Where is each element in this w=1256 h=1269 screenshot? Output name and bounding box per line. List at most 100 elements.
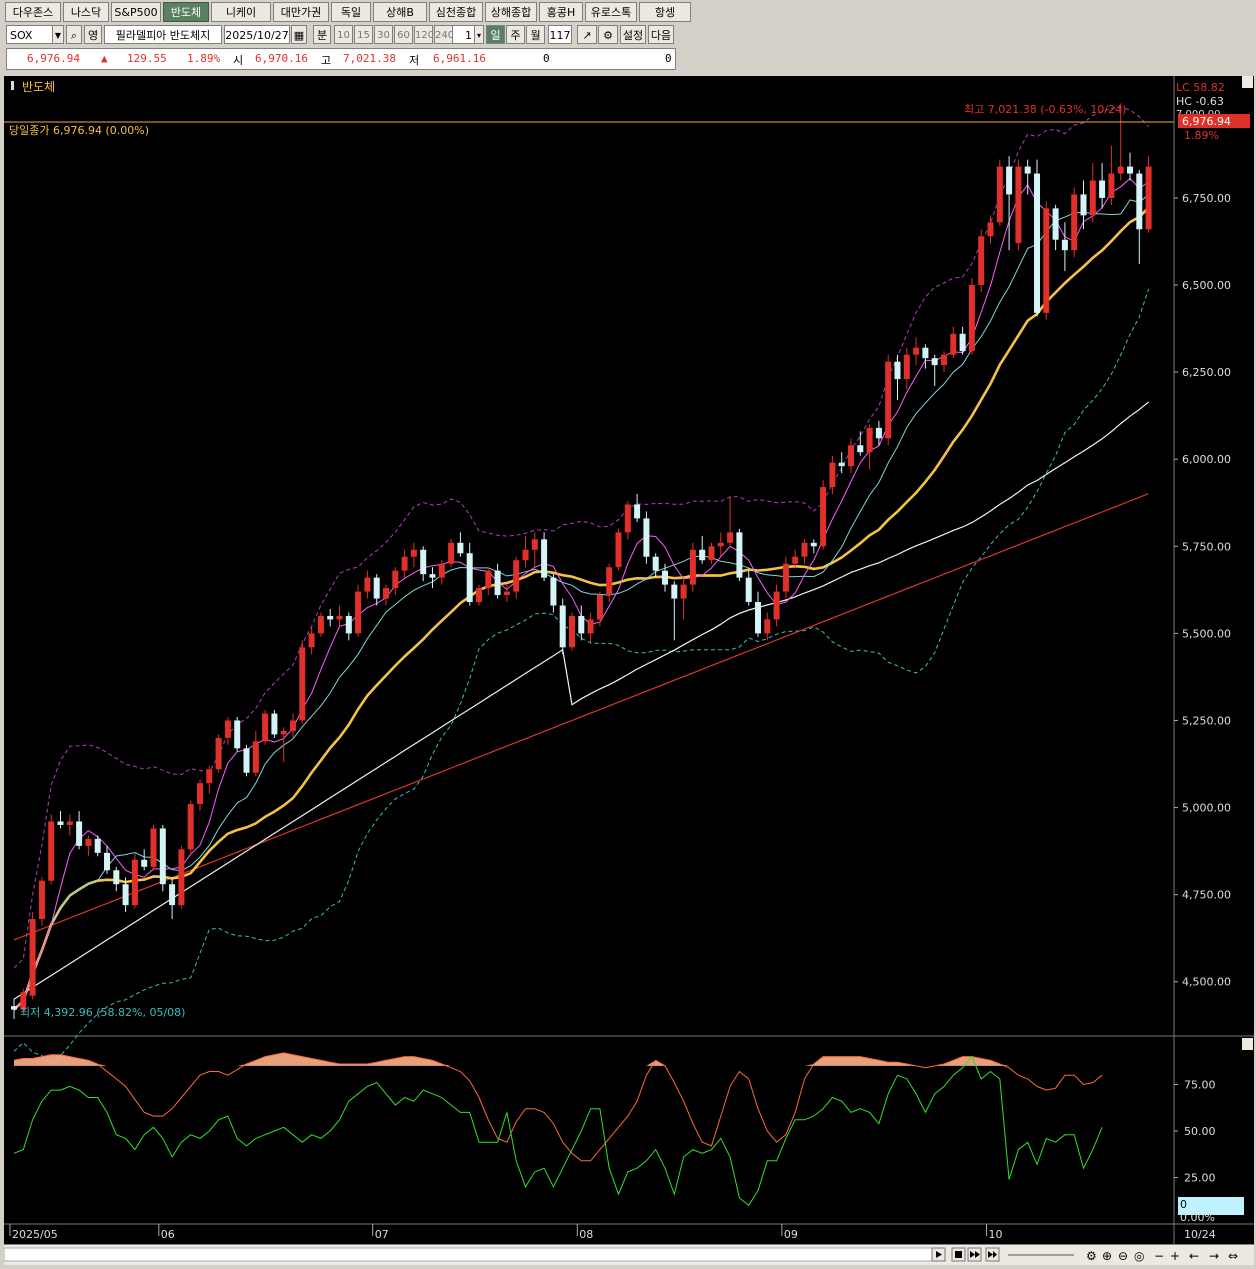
candle-body [1071,194,1078,251]
minus-icon[interactable]: − [1154,1249,1164,1263]
tab-6[interactable]: 독일 [331,2,371,22]
candle-body [169,884,176,906]
candle-body [550,577,557,606]
candle-body [708,546,715,561]
interval-button-60[interactable]: 60 [394,25,413,44]
candle-body [922,347,929,359]
candle-body [680,584,687,599]
zoom-out-icon[interactable]: ⊖ [1118,1249,1128,1263]
tab-0[interactable]: 다우존스 [5,2,61,22]
quote-bar: 6,976.94 ▲ 129.55 1.89% 시 6,970.16 고 7,0… [6,48,676,70]
interval-button-240[interactable]: 240 [434,25,453,44]
candle-body [178,849,185,906]
candle-body [1136,173,1143,230]
candle-body [113,870,120,885]
plus-icon[interactable]: + [1170,1249,1180,1263]
amount-value: 0 [665,52,672,65]
price-chart[interactable]: 4,500.00 4,750.00 5,000.00 5,250.00 5,500.00… [4,76,1254,1244]
horizontal-scrollbar[interactable]: ⚙ ⊕ ⊖ ◎ − + ← → ⇔ [3,1244,1254,1265]
low-label: 저 [409,54,420,67]
quote-high: 7,021.38 [343,52,396,65]
quote-open: 6,970.16 [255,52,308,65]
candle-body [1108,173,1115,198]
up-arrow-icon: ▲ [101,52,108,65]
interval-button-10[interactable]: 10 [334,25,353,44]
gear-small-icon[interactable]: ⚙ [1086,1249,1097,1263]
index-name-field: 필라델피아 반도체지 [104,25,222,44]
candle-body [1052,208,1059,240]
interval-button-120[interactable]: 120 [414,25,433,44]
symbol-dropdown-icon[interactable]: ▼ [52,25,64,44]
candle-body [541,539,548,578]
candle-body [606,567,613,596]
candle-body [596,595,603,620]
tab-1[interactable]: 나스닥 [63,2,109,22]
lang-button[interactable]: 영 [84,25,102,44]
candle-body [1099,180,1106,198]
arrow-lr-icon[interactable]: ⇔ [1228,1249,1238,1263]
ma60-line [13,401,1149,1000]
candle-body [689,549,696,585]
draw-tool-icon[interactable]: ↗ [577,25,597,44]
y-tick-label: 6,250.00 [1182,366,1231,379]
candle-body [485,570,492,589]
candle-body [1061,239,1068,251]
tab-10[interactable]: 홍콩H [539,2,583,22]
candle-body [271,713,278,735]
osc-overbought-fill [14,1052,1103,1066]
tab-2[interactable]: S&P500 [111,2,161,22]
candle-body [531,539,538,550]
gear-icon[interactable]: ⚙ [598,25,618,44]
period-button-1[interactable]: 주 [506,25,525,44]
settings-button[interactable]: 설정 [620,25,646,44]
candle-body [857,445,864,453]
scroll-controls[interactable]: ⚙ ⊕ ⊖ ◎ − + ← → ⇔ [3,1245,1254,1265]
candle-body [262,713,269,742]
candle-body [745,577,752,603]
tab-11[interactable]: 유로스톡 [585,2,637,22]
high-label: 고 [321,54,332,67]
interval-button-15[interactable]: 15 [354,25,373,44]
candle-body [29,919,36,996]
interval-button-30[interactable]: 30 [374,25,393,44]
tab-7[interactable]: 상해B [373,2,427,22]
tab-4[interactable]: 니케이 [211,2,271,22]
tab-3[interactable]: 반도체 [163,2,209,22]
multiplier-dropdown-icon[interactable]: ▾ [474,25,484,44]
arrow-left-icon[interactable]: ← [1189,1249,1199,1263]
next-button[interactable]: 다음 [648,25,674,44]
search-icon[interactable]: ⌕ [66,25,82,44]
candle-body [875,427,882,439]
quote-change-pct: 1.89% [187,52,221,65]
multiplier-input[interactable]: 1 [452,25,476,44]
date-input[interactable]: 2025/10/27 [224,25,290,44]
candle-body [206,769,213,784]
scroll-track[interactable] [3,1247,933,1262]
calendar-icon[interactable]: ▦ [291,25,307,44]
zoom-in-icon[interactable]: ⊕ [1102,1249,1112,1263]
candle-body [150,828,157,867]
close-label: 당일종가 6,976.94 (0.00%) [9,123,149,137]
minute-button[interactable]: 분 [313,25,331,44]
crosshair-icon[interactable]: ◎ [1134,1249,1144,1263]
candle-body [615,532,622,568]
chart-area[interactable]: 4,500.00 4,750.00 5,000.00 5,250.00 5,500.00… [4,76,1254,1244]
tab-9[interactable]: 상해종합 [485,2,537,22]
candle-body [848,445,854,467]
period-button-0[interactable]: 일 [486,25,505,44]
count-input[interactable]: 117 [548,25,572,44]
tab-12[interactable]: 항셍 [639,2,691,22]
y-tick-label: 6,500.00 [1182,279,1231,292]
tab-8[interactable]: 심천종합 [429,2,483,22]
tab-5[interactable]: 대만가권 [273,2,329,22]
osc-tick-label: 75.00 [1184,1079,1216,1092]
x-end-label: 10/24 [1184,1228,1216,1241]
y-tick-label: 5,250.00 [1182,714,1231,727]
period-button-2[interactable]: 월 [526,25,545,44]
candle-body [950,333,957,355]
arrow-right-icon[interactable]: → [1209,1249,1219,1263]
candle-body [494,570,501,596]
candle-body [1034,173,1040,313]
y-tick-label: 4,500.00 [1182,976,1231,989]
candle-body [243,748,250,773]
